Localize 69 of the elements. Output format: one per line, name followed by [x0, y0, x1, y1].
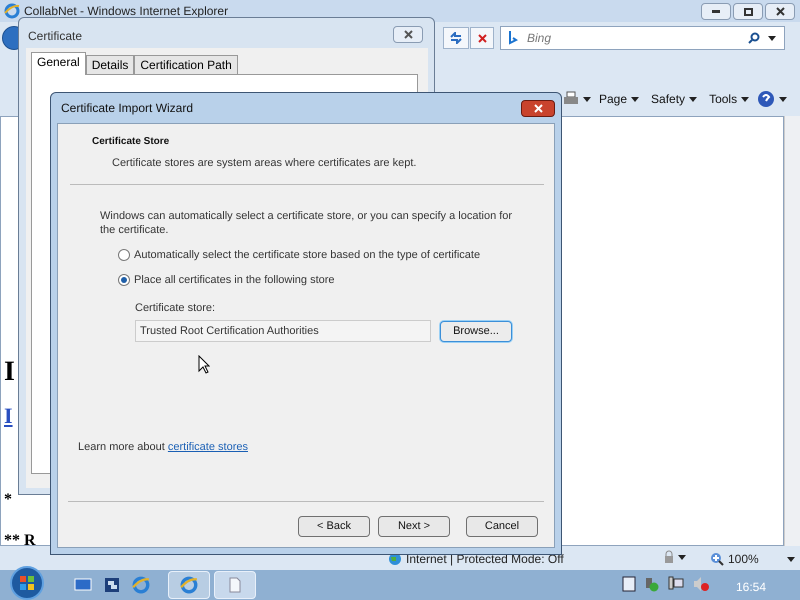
restore-button[interactable] [733, 3, 763, 20]
taskbar-button[interactable] [214, 571, 256, 599]
taskbar-button[interactable] [168, 571, 210, 599]
desktop-icon[interactable] [74, 577, 92, 593]
close-button[interactable] [765, 3, 795, 20]
zoom-level[interactable]: 100% [728, 550, 759, 568]
close-icon [776, 7, 784, 16]
close-icon [534, 104, 542, 112]
caret-icon [678, 554, 686, 560]
document-icon [229, 577, 241, 593]
volume-muted-icon[interactable] [693, 576, 709, 592]
browser-logo-icon [4, 3, 20, 19]
field-label: Certificate store: [135, 300, 216, 316]
menu-button[interactable]: Page [595, 90, 644, 108]
security-check-icon[interactable] [645, 576, 659, 592]
radio-label[interactable]: Place all certificates in the following store [134, 272, 335, 288]
caret-icon [583, 96, 591, 102]
search-engine-icon [509, 31, 519, 45]
page-link[interactable]: I [4, 405, 13, 427]
windows-logo-icon [19, 575, 35, 591]
browser-logo-icon [180, 576, 198, 594]
close-icon [404, 30, 412, 39]
certificate-stores-link[interactable]: certificate stores [168, 440, 248, 452]
minimize-button[interactable] [701, 3, 731, 20]
search-field[interactable]: Bing [500, 26, 785, 50]
wizard-button[interactable]: Next > [378, 516, 450, 537]
close-button[interactable] [521, 100, 555, 116]
tray-icon[interactable] [622, 576, 636, 592]
browse-button[interactable]: Browse... [440, 320, 512, 342]
zoom-icon[interactable] [710, 552, 724, 566]
tab[interactable]: General [31, 52, 86, 75]
tab[interactable]: Certification Path [134, 55, 238, 75]
radio-button[interactable] [118, 248, 130, 261]
page-heading: Certificate Store [92, 135, 170, 149]
intro-text: Windows can automatically select a certificate store, or you can specify a location for the certificate. [100, 208, 514, 236]
stop-icon [478, 34, 486, 42]
page-text: * [4, 492, 12, 508]
print-icon[interactable] [563, 91, 579, 107]
status-zone: Internet | Protected Mode: Off [406, 551, 564, 568]
help-icon[interactable] [757, 90, 776, 108]
tab[interactable]: Details [86, 55, 134, 75]
menu-button[interactable]: Tools [705, 90, 754, 108]
page-text: ** R [4, 533, 36, 549]
close-button[interactable] [393, 26, 423, 43]
learn-more-text: Learn more about certificate stores [78, 440, 249, 454]
network-icon[interactable] [668, 576, 684, 592]
caret-icon [631, 96, 640, 102]
stop-button[interactable] [470, 27, 494, 49]
page-text: I [4, 358, 15, 386]
refresh-icon [449, 32, 463, 44]
search-placeholder: Bing [527, 30, 552, 47]
radio-button[interactable] [118, 274, 130, 286]
caret-icon [689, 96, 698, 102]
menu-button[interactable]: Safety [647, 90, 702, 108]
search-icon[interactable] [748, 32, 760, 44]
window-title: CollabNet - Windows Internet Explorer [24, 3, 228, 20]
cursor-icon [198, 355, 210, 374]
dialog-title: Certificate [28, 28, 82, 45]
store-field[interactable]: Trusted Root Certification Authorities [135, 320, 431, 342]
refresh-button[interactable] [443, 27, 469, 49]
radio-label[interactable]: Automatically select the certificate store based on the type of certificate [134, 246, 480, 263]
caret-icon [786, 556, 795, 562]
window-title: Certificate Import Wizard [61, 100, 194, 117]
wizard-button[interactable]: Cancel [466, 516, 538, 537]
wizard-button[interactable]: < Back [298, 516, 370, 537]
caret-icon [768, 36, 776, 40]
caret-icon [741, 96, 750, 102]
page-subheading: Certificate stores are system areas where certificates are kept. [111, 156, 418, 171]
caret-icon [779, 96, 788, 102]
